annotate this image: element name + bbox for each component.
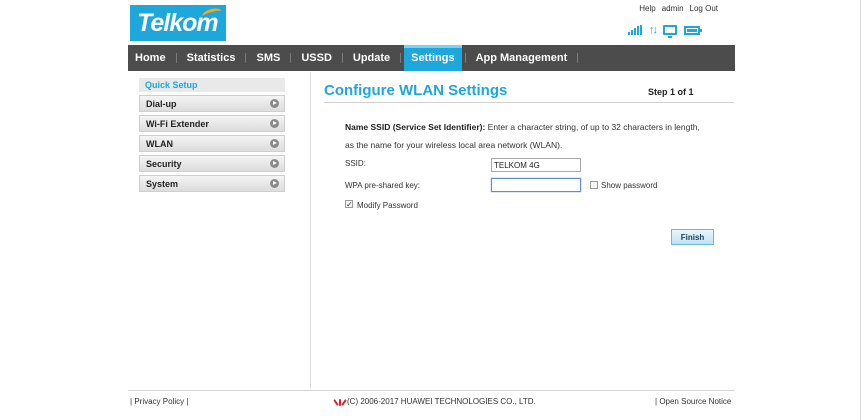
monitor-icon — [663, 25, 677, 38]
show-password-checkbox[interactable] — [590, 181, 598, 189]
sidebar-item-security[interactable]: Security — [139, 155, 285, 172]
help-link[interactable]: Help — [639, 4, 655, 13]
footer-divider — [128, 390, 735, 391]
ssid-description: Name SSID (Service Set Identifier): Ente… — [345, 118, 700, 154]
data-arrows-icon: ↑↓ — [649, 24, 658, 36]
telkom-logo: Telkom — [130, 5, 226, 41]
signal-icon — [628, 25, 642, 35]
sidebar-arrow-icon — [270, 99, 279, 108]
sidebar-item-label: WLAN — [146, 138, 173, 149]
content-divider — [310, 72, 311, 388]
sidebar-item-system[interactable]: System — [139, 175, 285, 192]
step-indicator: Step 1 of 1 — [648, 87, 694, 97]
sidebar-arrow-icon — [270, 159, 279, 168]
show-password-label: Show password — [601, 181, 658, 190]
nav-separator — [290, 53, 292, 63]
battery-icon — [684, 25, 702, 35]
huawei-logo-icon — [333, 398, 347, 406]
status-icons: ↑↓ — [628, 24, 702, 38]
sidebar-item-quick-setup[interactable]: Quick Setup — [139, 78, 285, 92]
sidebar-item-wlan[interactable]: WLAN — [139, 135, 285, 152]
sidebar-item-label: Security — [146, 158, 182, 169]
modify-password-label: Modify Password — [357, 201, 418, 210]
nav-app-management[interactable]: App Management — [469, 45, 575, 71]
window-edge — [860, 0, 861, 420]
nav-statistics[interactable]: Statistics — [180, 45, 243, 71]
ssid-description-heading: Name SSID (Service Set Identifier): — [345, 122, 486, 132]
sidebar-arrow-icon — [270, 139, 279, 148]
open-source-notice-link[interactable]: Open Source Notice — [659, 397, 731, 406]
sidebar-item-label: Dial-up — [146, 98, 177, 109]
ssid-input[interactable] — [491, 158, 581, 172]
user-link[interactable]: admin — [662, 4, 684, 13]
sidebar-item-label: System — [146, 178, 179, 189]
sidebar: Quick Setup Dial-up Wi-Fi Extender WLAN … — [139, 78, 285, 195]
nav-home[interactable]: Home — [128, 45, 173, 71]
nav-separator — [400, 53, 402, 63]
nav-separator — [341, 53, 343, 63]
footer-copyright: (C) 2006-2017 HUAWEI TECHNOLOGIES CO., L… — [333, 397, 536, 406]
title-divider — [324, 102, 734, 103]
nav-update[interactable]: Update — [346, 45, 397, 71]
copyright-text: (C) 2006-2017 HUAWEI TECHNOLOGIES CO., L… — [347, 397, 536, 406]
nav-settings[interactable]: Settings — [404, 45, 462, 71]
sidebar-item-wifi-extender[interactable]: Wi-Fi Extender — [139, 115, 285, 132]
modify-password-checkbox[interactable]: ✓ — [345, 200, 353, 209]
nav-separator — [175, 53, 177, 63]
main-nav: Home Statistics SMS USSD Update Settings… — [128, 45, 735, 71]
wpa-key-label: WPA pre-shared key: — [345, 181, 420, 190]
top-links: Help admin Log Out — [639, 4, 718, 13]
nav-separator — [245, 53, 247, 63]
sidebar-item-label: Wi-Fi Extender — [146, 118, 209, 129]
page: Telkom Help admin Log Out ↑↓ Home Statis… — [0, 0, 868, 420]
nav-ussd[interactable]: USSD — [294, 45, 339, 71]
sidebar-arrow-icon — [270, 179, 279, 188]
ssid-label: SSID: — [345, 159, 366, 168]
sidebar-item-dial-up[interactable]: Dial-up — [139, 95, 285, 112]
nav-separator — [577, 53, 579, 63]
nav-sms[interactable]: SMS — [249, 45, 287, 71]
nav-separator — [464, 53, 466, 63]
privacy-policy-link[interactable]: Privacy Policy — [134, 397, 184, 406]
footer-open-source: | Open Source Notice — [655, 397, 732, 406]
page-title: Configure WLAN Settings — [324, 82, 508, 99]
finish-button[interactable]: Finish — [671, 229, 714, 245]
logout-link[interactable]: Log Out — [690, 4, 718, 13]
footer-privacy: | Privacy Policy | — [130, 397, 189, 406]
sidebar-arrow-icon — [270, 119, 279, 128]
wpa-key-input[interactable] — [491, 178, 581, 192]
